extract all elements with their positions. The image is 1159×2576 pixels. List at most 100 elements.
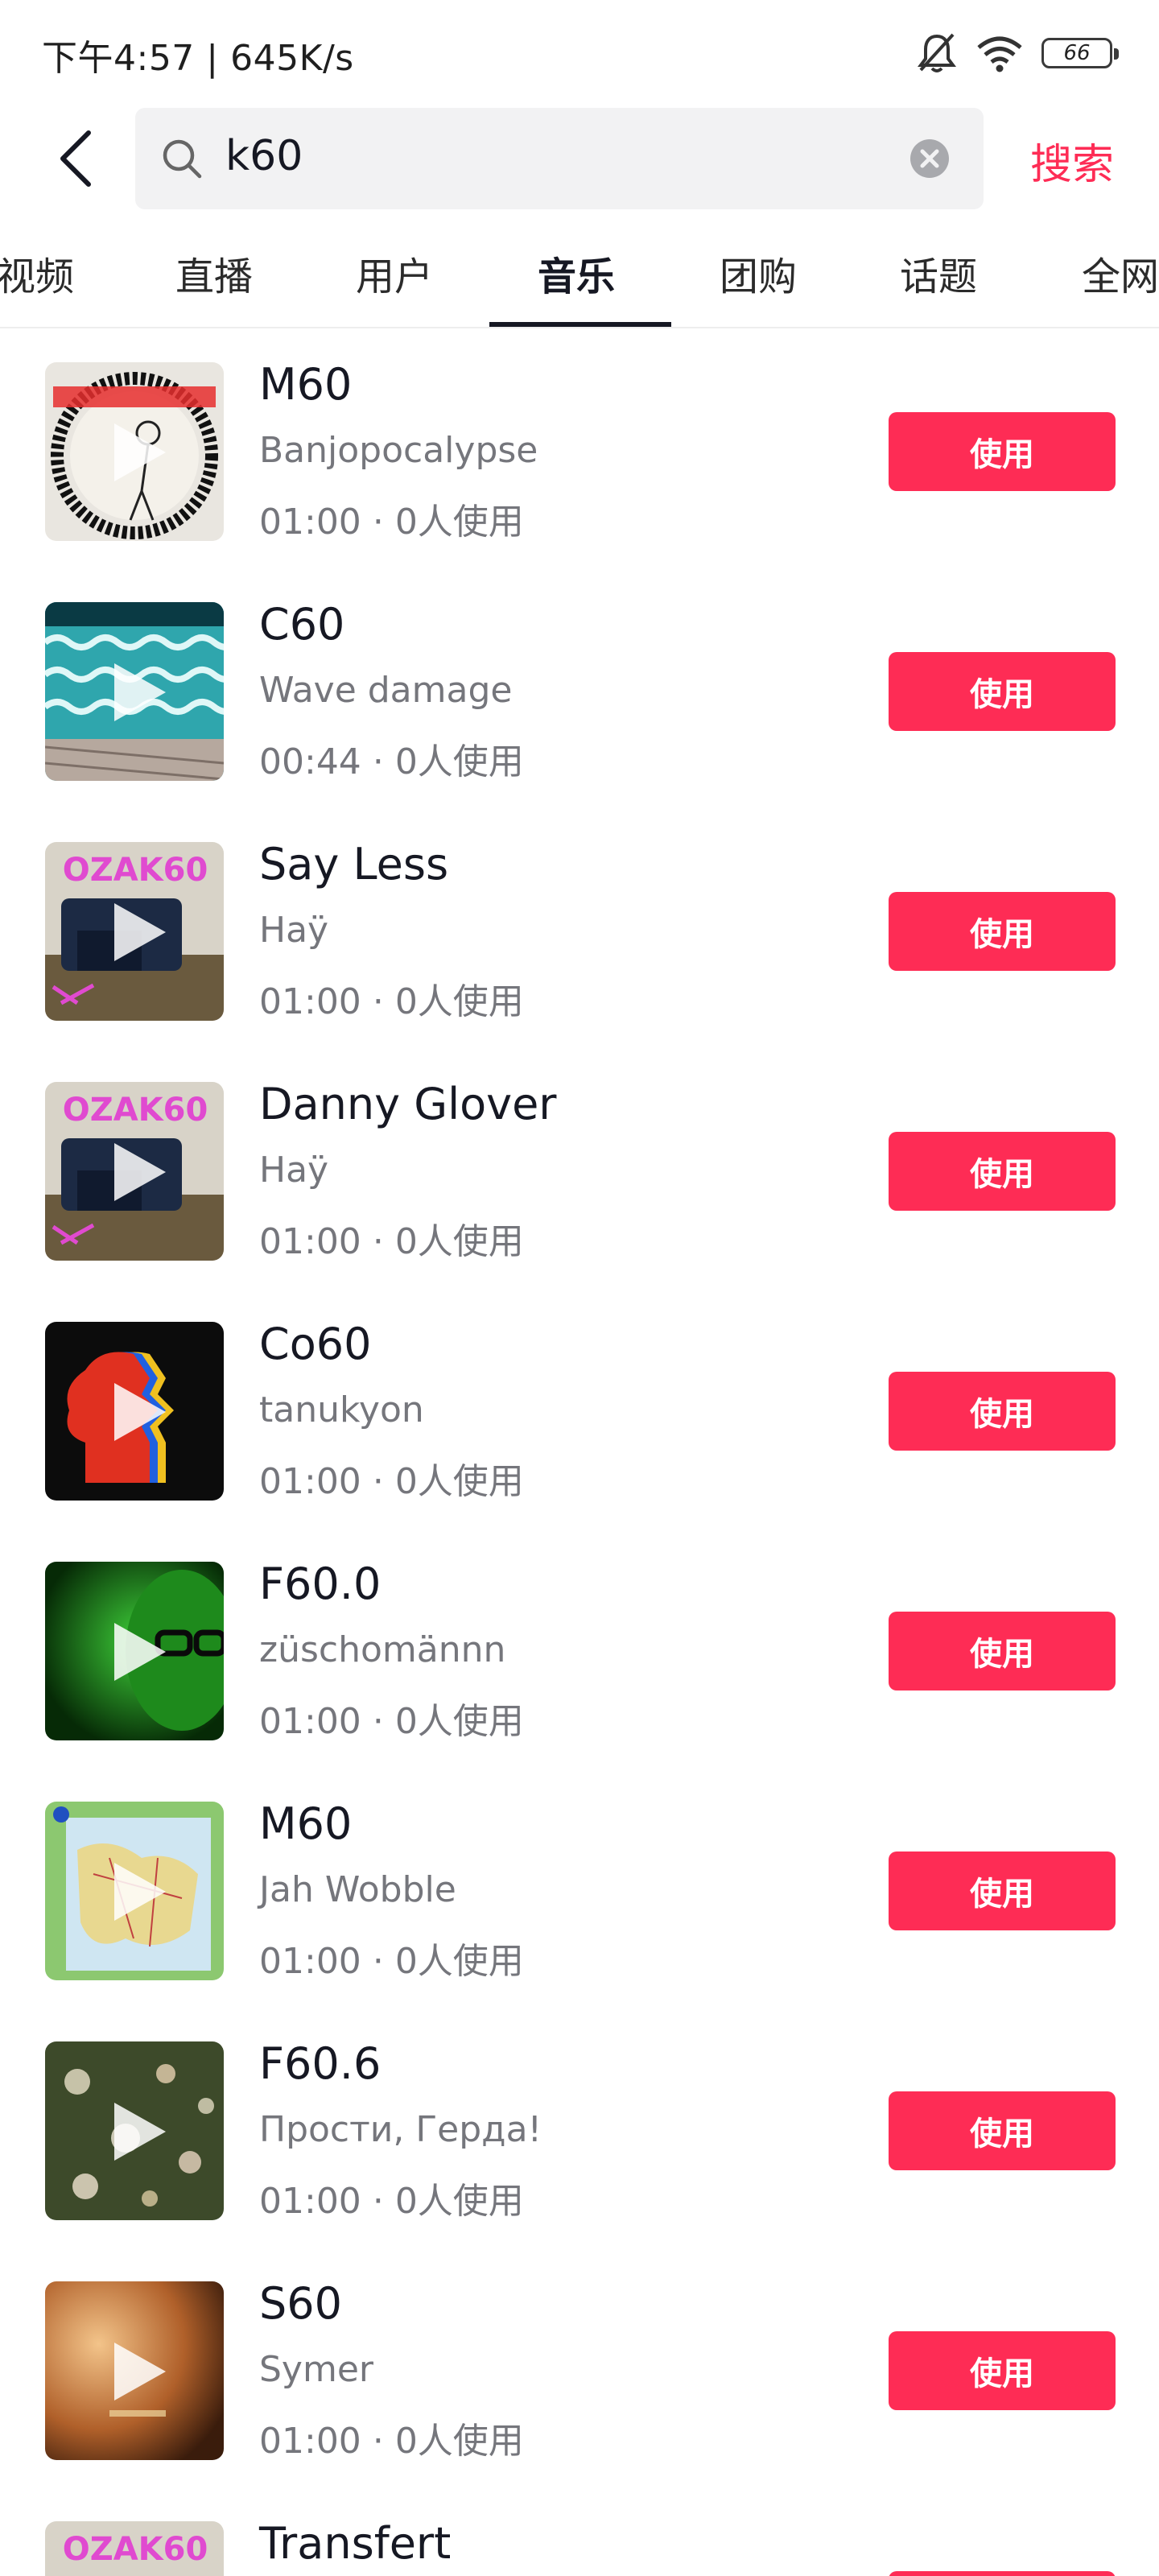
play-icon: [114, 1623, 166, 1681]
song-usage-count: 0人使用: [394, 2181, 524, 2222]
room-cover: OZAK60: [45, 2521, 224, 2576]
meta-separator: ·: [372, 1701, 384, 1742]
song-meta: 00:44 · 0人使用: [259, 733, 524, 784]
song-usage-count: 0人使用: [394, 1941, 524, 1982]
list-item[interactable]: M60 Banjopocalypse 01:00 · 0人使用 使用: [0, 359, 1159, 599]
song-duration: 01:00: [259, 2181, 361, 2222]
battery-icon: 66: [1041, 38, 1119, 68]
album-cover[interactable]: [45, 1802, 224, 1980]
song-title: Transfert: [259, 2518, 452, 2569]
song-meta: 01:00 · 0人使用: [259, 972, 524, 1024]
use-button[interactable]: 使用: [889, 2571, 1116, 2576]
tab-users[interactable]: 用户: [356, 245, 433, 317]
tab-topics[interactable]: 话题: [900, 245, 977, 317]
search-input[interactable]: k60: [135, 108, 984, 209]
meta-separator: ·: [372, 1941, 384, 1982]
song-artist: züschomännn: [259, 1629, 506, 1670]
play-icon: [114, 423, 166, 481]
song-title: C60: [259, 599, 345, 650]
album-cover[interactable]: [45, 1562, 224, 1740]
use-button[interactable]: 使用: [889, 892, 1116, 971]
song-usage-count: 0人使用: [394, 2421, 524, 2462]
use-button[interactable]: 使用: [889, 1612, 1116, 1690]
tab-video[interactable]: 视频: [0, 245, 74, 317]
use-button[interactable]: 使用: [889, 1372, 1116, 1451]
song-duration: 01:00: [259, 502, 361, 543]
chevron-left-icon: [60, 130, 91, 187]
battery-level: 66: [1063, 41, 1091, 65]
song-title: M60: [259, 1798, 353, 1849]
list-item[interactable]: Co60 tanukyon 01:00 · 0人使用 使用: [0, 1319, 1159, 1558]
search-query-text: k60: [225, 132, 303, 180]
play-icon: [114, 663, 166, 721]
play-icon: [114, 1143, 166, 1201]
song-duration: 01:00: [259, 981, 361, 1022]
use-button[interactable]: 使用: [889, 2091, 1116, 2170]
list-item[interactable]: C60 Wave damage 00:44 · 0人使用 使用: [0, 599, 1159, 839]
use-button[interactable]: 使用: [889, 2331, 1116, 2410]
song-duration: 01:00: [259, 1941, 361, 1982]
meta-separator: ·: [372, 981, 384, 1022]
song-title: F60.6: [259, 2038, 382, 2089]
use-button[interactable]: 使用: [889, 412, 1116, 491]
list-item[interactable]: OZAK60 Transfert 使用: [0, 2518, 1159, 2576]
tab-all-web[interactable]: 全网: [1082, 245, 1159, 317]
list-item[interactable]: F60.0 züschomännn 01:00 · 0人使用 使用: [0, 1558, 1159, 1798]
tab-music[interactable]: 音乐: [538, 245, 615, 317]
song-usage-count: 0人使用: [394, 502, 524, 543]
album-cover[interactable]: [45, 2041, 224, 2220]
search-button[interactable]: 搜索: [1030, 130, 1114, 191]
svg-text:OZAK60: OZAK60: [63, 852, 208, 889]
song-duration: 00:44: [259, 741, 361, 782]
meta-separator: ·: [372, 2181, 384, 2222]
use-button[interactable]: 使用: [889, 1132, 1116, 1211]
tab-group-buy[interactable]: 团购: [720, 245, 797, 317]
list-item[interactable]: OZAK60 Danny Glover Haÿ 01:00 · 0人使用 使用: [0, 1079, 1159, 1319]
album-cover[interactable]: OZAK60: [45, 1082, 224, 1261]
song-title: S60: [259, 2278, 342, 2329]
album-cover[interactable]: OZAK60: [45, 842, 224, 1021]
album-cover[interactable]: [45, 602, 224, 781]
tab-live[interactable]: 直播: [175, 245, 253, 317]
list-item[interactable]: F60.6 Прости, Герда! 01:00 · 0人使用 使用: [0, 2038, 1159, 2278]
list-item[interactable]: OZAK60 Say Less Haÿ 01:00 · 0人使用 使用: [0, 839, 1159, 1079]
song-duration: 01:00: [259, 1461, 361, 1502]
album-cover[interactable]: OZAK60: [45, 2521, 224, 2576]
song-meta: 01:00 · 0人使用: [259, 1932, 524, 1984]
song-artist: Haÿ: [259, 910, 329, 951]
play-icon: [114, 1863, 166, 1921]
song-meta: 01:00 · 0人使用: [259, 1692, 524, 1744]
album-cover[interactable]: [45, 1322, 224, 1501]
meta-separator: ·: [372, 1461, 384, 1502]
status-bar: 下午4:57 | 645K/s 66: [0, 0, 1159, 105]
search-header: k60 搜索: [0, 106, 1159, 211]
svg-text:OZAK60: OZAK60: [63, 2531, 208, 2568]
song-meta: 01:00 · 0人使用: [259, 2412, 524, 2463]
active-tab-indicator: [489, 322, 671, 327]
meta-separator: ·: [372, 502, 384, 543]
meta-separator: ·: [372, 2421, 384, 2462]
play-icon: [114, 903, 166, 961]
song-meta: 01:00 · 0人使用: [259, 1212, 524, 1264]
play-icon: [114, 2343, 166, 2401]
use-button[interactable]: 使用: [889, 652, 1116, 731]
album-cover[interactable]: [45, 362, 224, 541]
song-usage-count: 0人使用: [394, 1701, 524, 1742]
use-button[interactable]: 使用: [889, 1852, 1116, 1930]
album-cover[interactable]: [45, 2281, 224, 2460]
play-icon: [114, 1383, 166, 1441]
back-button[interactable]: [43, 124, 108, 193]
list-item[interactable]: M60 Jah Wobble 01:00 · 0人使用 使用: [0, 1798, 1159, 2038]
song-artist: Haÿ: [259, 1150, 329, 1191]
song-title: Say Less: [259, 839, 449, 890]
song-title: F60.0: [259, 1558, 382, 1609]
clear-icon[interactable]: [909, 138, 950, 179]
status-time-speed: 下午4:57 | 645K/s: [42, 38, 354, 79]
mute-bell-icon: [918, 33, 956, 72]
song-artist: Jah Wobble: [259, 1869, 456, 1910]
list-item[interactable]: S60 Symer 01:00 · 0人使用 使用: [0, 2278, 1159, 2518]
song-usage-count: 0人使用: [394, 741, 524, 782]
category-tabs: 视频 直播 用户 音乐 团购 话题 全网: [0, 233, 1159, 328]
wifi-icon: [977, 36, 1022, 72]
song-meta: 01:00 · 0人使用: [259, 1452, 524, 1504]
